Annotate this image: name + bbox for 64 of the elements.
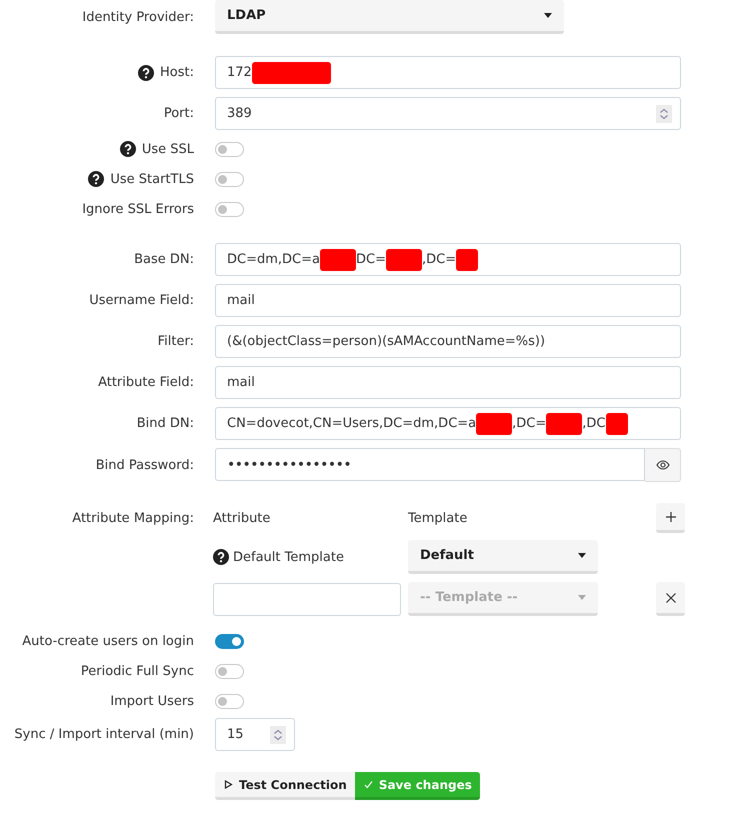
text-field[interactable]: (&(objectClass=person)(sAMAccountName=%s)) [215, 325, 681, 358]
spinner-icon[interactable] [656, 104, 672, 122]
text-field[interactable]: DC=dm,DC=a DC= ,DC= [215, 243, 681, 276]
redaction-block [386, 248, 422, 270]
text-field[interactable]: CN=dovecot,CN=Users,DC=dm,DC=a ,DC= ,DC [215, 407, 681, 440]
attribute-name: Default Template [233, 550, 344, 564]
caret-icon [578, 595, 586, 600]
toggle-switch[interactable] [215, 694, 244, 708]
column-header: Attribute [213, 510, 270, 526]
text-field[interactable]: mail [215, 284, 681, 317]
field-label: Use StartTLS [110, 172, 194, 186]
redaction-block [546, 412, 582, 434]
check-icon [364, 780, 373, 789]
test-connection-button[interactable]: Test Connection [215, 772, 355, 800]
attribute-input[interactable] [213, 582, 401, 616]
field-label: Identity Provider: [81, 10, 194, 24]
text-field[interactable]: 172 [215, 56, 681, 89]
toggle-switch[interactable] [215, 172, 244, 186]
field-label: Filter: [156, 334, 194, 349]
field-label: Sync / Import interval (min) [13, 727, 194, 742]
redaction-block [456, 248, 478, 270]
play-icon [224, 780, 233, 789]
field-label: Host: [160, 65, 194, 80]
redaction-block [606, 412, 628, 434]
field-label: Port: [162, 106, 194, 121]
field-value: 15 [227, 727, 244, 742]
add-button[interactable] [656, 503, 685, 533]
provider-dropdown[interactable]: LDAP [215, 0, 564, 34]
field-value: 389 [227, 106, 252, 121]
toggle-switch[interactable] [215, 664, 244, 678]
plus-icon [664, 510, 676, 522]
caret-icon [578, 553, 586, 558]
number-field[interactable]: 389 [215, 97, 681, 130]
column-header: Template [408, 510, 468, 526]
field-label: Import Users [109, 694, 194, 708]
remove-button[interactable] [656, 582, 685, 616]
help-icon[interactable] [138, 64, 154, 80]
caret-icon [544, 13, 552, 18]
field-label: Base DN: [133, 252, 194, 267]
text-field[interactable]: mail [215, 366, 681, 399]
show-password-button[interactable] [645, 448, 681, 482]
field-label: Username Field: [88, 293, 194, 308]
help-icon[interactable] [88, 171, 104, 187]
redaction-block [320, 248, 356, 270]
field-label: Use SSL [142, 142, 194, 156]
field-label: Ignore SSL Errors [81, 202, 194, 216]
number-field[interactable]: 15 [215, 718, 295, 751]
field-label: Bind DN: [136, 416, 194, 431]
password-field[interactable]: •••••••••••••••• [215, 448, 645, 481]
toggle-switch[interactable] [215, 202, 244, 216]
field-label: Attribute Field: [97, 375, 194, 390]
redaction-block [476, 412, 512, 434]
template-dropdown[interactable]: Default [408, 540, 598, 574]
close-icon [664, 592, 676, 604]
spinner-icon[interactable] [270, 726, 286, 744]
field-label: Bind Password: [94, 458, 194, 472]
field-label: Auto-create users on login [21, 634, 194, 648]
toggle-switch[interactable] [215, 142, 244, 156]
field-label: Periodic Full Sync [80, 664, 194, 678]
help-icon[interactable] [213, 549, 229, 565]
field-label: Attribute Mapping: [71, 510, 194, 526]
toggle-switch[interactable] [215, 634, 244, 648]
eye-icon [656, 460, 670, 470]
help-icon[interactable] [120, 141, 136, 157]
